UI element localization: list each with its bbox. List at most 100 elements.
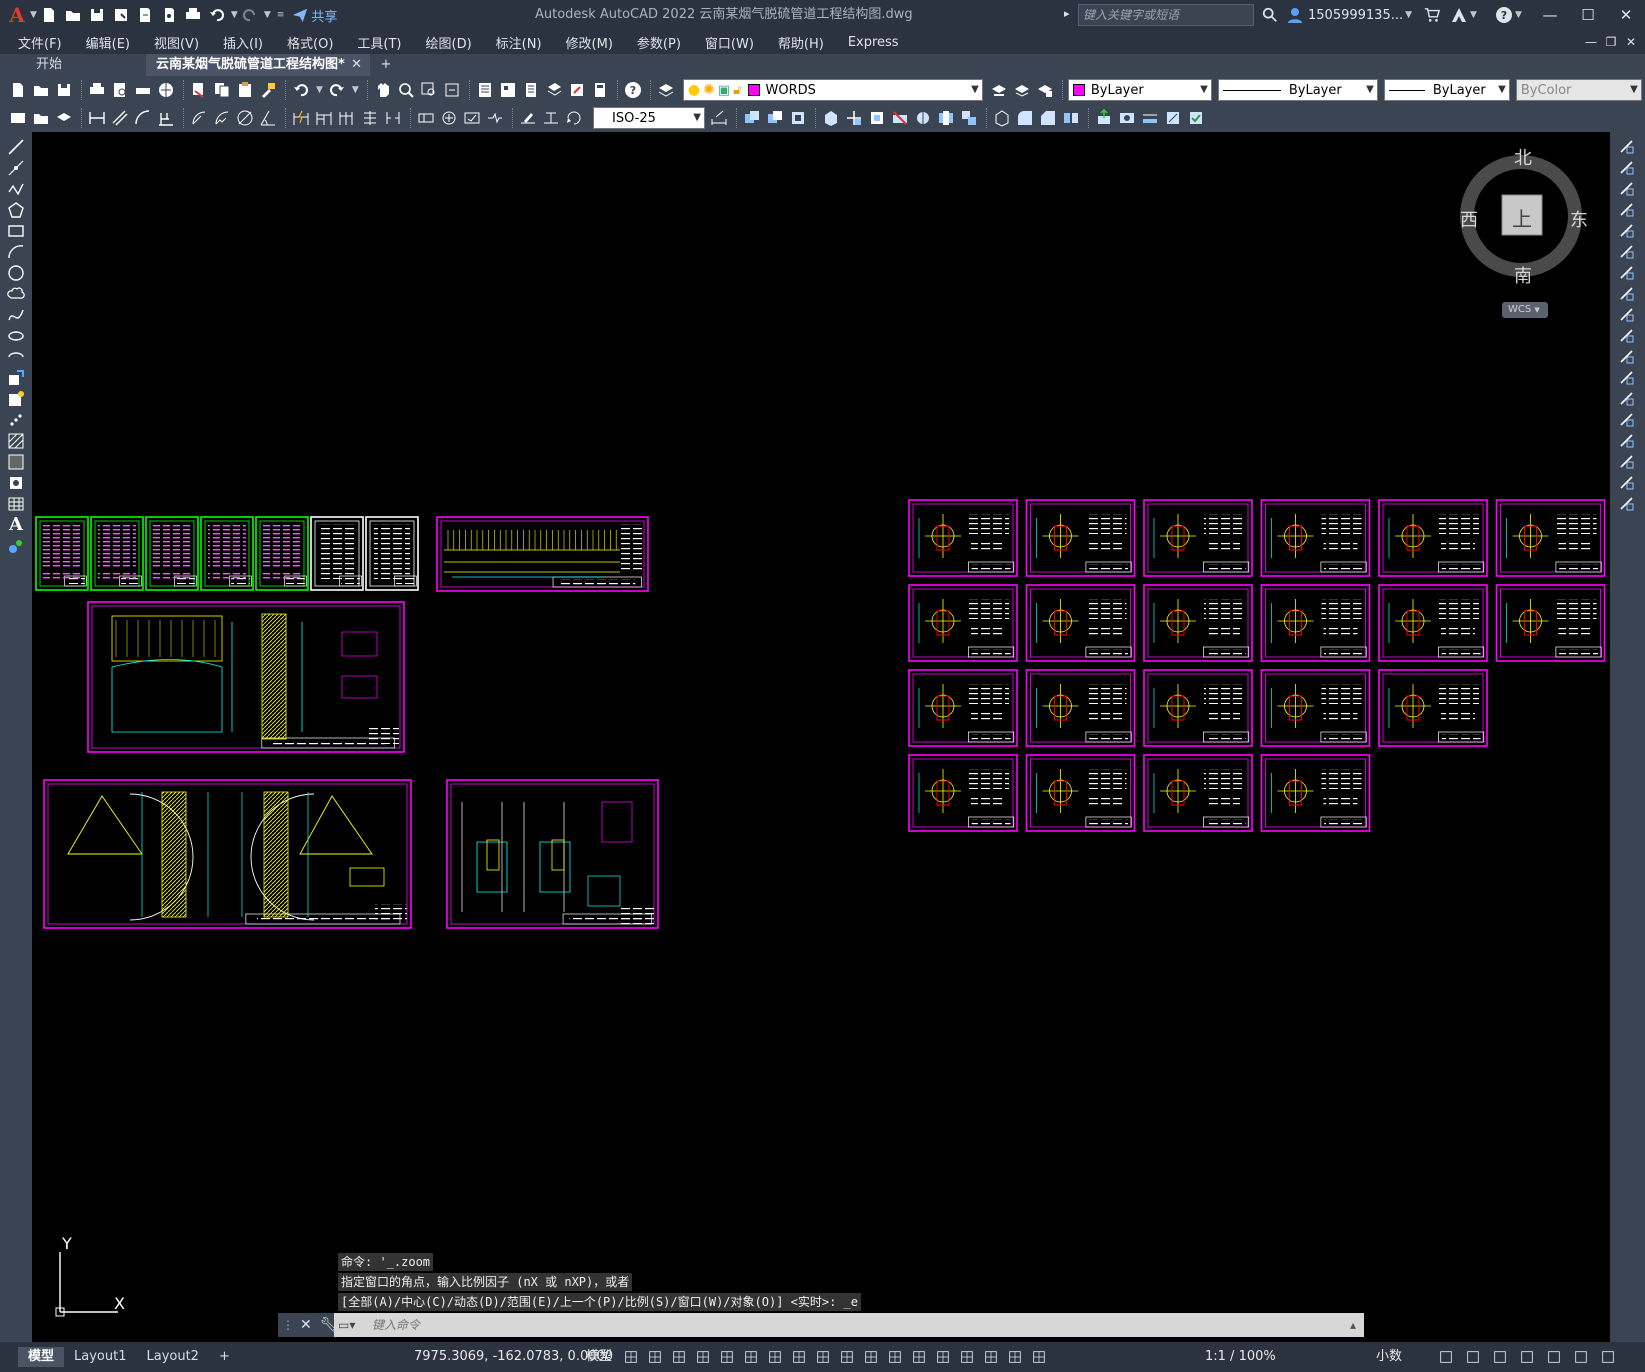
cart-icon[interactable] (1424, 7, 1441, 23)
publish-toolbar-icon[interactable] (133, 80, 153, 100)
close-window-button[interactable]: ✕ (1607, 0, 1645, 30)
continue-dimension-icon[interactable] (337, 108, 357, 128)
workspace-icon[interactable] (8, 108, 28, 128)
object-snap-icon[interactable] (812, 1346, 834, 1368)
clean-icon[interactable] (1163, 108, 1183, 128)
menu-edit[interactable]: 编辑(E) (86, 33, 130, 52)
dimension-break-icon[interactable] (383, 108, 403, 128)
diameter-dimension-icon[interactable] (235, 108, 255, 128)
undo-list-icon[interactable]: ▼ (316, 85, 323, 95)
add-selected-icon[interactable] (7, 537, 25, 555)
undo-dropdown-icon[interactable]: ▼ (231, 10, 238, 20)
layout-tab-model[interactable]: 模型 (18, 1347, 65, 1367)
viewcube-top-face[interactable]: 上 (1512, 203, 1532, 232)
revision-cloud-icon[interactable] (7, 285, 25, 303)
compass-south[interactable]: 南 (1514, 262, 1532, 288)
arc-length-icon[interactable] (133, 108, 153, 128)
layer-toolbar-icon[interactable] (54, 108, 74, 128)
doc-restore-button[interactable]: ❐ (1601, 35, 1621, 49)
break-icon[interactable] (1618, 390, 1636, 408)
gizmo-icon[interactable] (980, 1346, 1002, 1368)
isolate-objects-icon[interactable] (1516, 1346, 1538, 1368)
menu-modify[interactable]: 修改(M) (566, 33, 613, 52)
chamfer-edge-icon[interactable] (1038, 108, 1058, 128)
viewcube[interactable]: 北 南 东 西 上 (1430, 140, 1610, 320)
insert-block-icon[interactable] (7, 369, 25, 387)
erase-icon[interactable] (1618, 138, 1636, 156)
jogged-dimension-icon[interactable] (212, 108, 232, 128)
plotstyle-dropdown[interactable]: ByColor ▼ (1515, 79, 1642, 101)
annotation-scale[interactable]: 1:1 / 100% (1205, 1342, 1276, 1372)
ellipse-icon[interactable] (7, 327, 25, 345)
doc-minimize-button[interactable]: — (1581, 35, 1601, 49)
command-input[interactable]: ▭▾ 键入命令 ▴ (334, 1313, 1364, 1337)
command-history-arrow-icon[interactable]: ▴ (1350, 1313, 1356, 1337)
explode-icon[interactable] (1618, 495, 1636, 513)
hardware-acceleration-icon[interactable] (1543, 1346, 1565, 1368)
tab-close-icon[interactable]: ✕ (351, 54, 362, 76)
new-tab-button[interactable]: + (370, 54, 402, 76)
share-button[interactable]: 共享 (292, 6, 337, 25)
doc-close-button[interactable]: ✕ (1621, 35, 1641, 49)
autodesk-a360-icon[interactable] (1450, 6, 1468, 24)
qnew-icon[interactable] (8, 80, 28, 100)
separate-icon[interactable] (1061, 108, 1081, 128)
layout-tab-layout1[interactable]: Layout1 (64, 1347, 136, 1367)
compass-east[interactable]: 东 (1570, 206, 1588, 232)
design-center-icon[interactable] (498, 80, 518, 100)
minimize-button[interactable]: — (1531, 0, 1569, 30)
clean-screen-icon[interactable] (1570, 1346, 1592, 1368)
redo-toolbar-icon[interactable] (327, 80, 347, 100)
close-command-line-icon[interactable]: ✕ (300, 1317, 312, 1333)
copy-icon[interactable] (212, 80, 232, 100)
chamfer-icon[interactable] (1618, 432, 1636, 450)
3d-union-icon[interactable] (742, 108, 762, 128)
polyline-icon[interactable] (7, 180, 25, 198)
drawing-canvas[interactable] (32, 132, 1610, 1342)
open-file-icon[interactable] (64, 6, 82, 24)
multiline-text-icon[interactable]: A (7, 514, 25, 535)
plot-icon[interactable] (184, 6, 202, 24)
search-expand-icon[interactable]: ▸ (1064, 7, 1070, 20)
menu-dimension[interactable]: 标注(N) (496, 33, 542, 52)
spline-icon[interactable] (7, 306, 25, 324)
point-icon[interactable] (7, 411, 25, 429)
selection-filter-icon[interactable] (956, 1346, 978, 1368)
lineweight-icon[interactable] (836, 1346, 858, 1368)
share-web-icon[interactable] (160, 6, 178, 24)
sheet-set-icon[interactable] (544, 80, 564, 100)
properties-icon[interactable] (475, 80, 495, 100)
inspection-icon[interactable] (462, 108, 482, 128)
shell-icon[interactable] (992, 108, 1012, 128)
ortho-icon[interactable] (716, 1346, 738, 1368)
presspull-icon[interactable] (1094, 108, 1114, 128)
units-dropdown-icon[interactable] (1435, 1346, 1457, 1368)
plot-preview-icon[interactable] (110, 80, 130, 100)
compass-north[interactable]: 北 (1514, 144, 1532, 170)
wcs-menu-button[interactable]: WCS ▼ (1502, 302, 1548, 318)
search-input[interactable]: 键入关键字或短语 (1078, 4, 1254, 26)
construction-line-icon[interactable] (7, 159, 25, 177)
polygon-icon[interactable] (7, 201, 25, 219)
help-toolbar-icon[interactable]: ? (623, 80, 643, 100)
new-file-icon[interactable] (40, 6, 58, 24)
infer-constraints-icon[interactable] (668, 1346, 690, 1368)
menu-help[interactable]: 帮助(H) (778, 33, 824, 52)
blend-curves-icon[interactable] (1618, 474, 1636, 492)
add-layout-button[interactable]: + (209, 1347, 240, 1367)
menu-view[interactable]: 视图(V) (154, 33, 199, 52)
quick-properties-icon[interactable] (1462, 1346, 1484, 1368)
paste-icon[interactable] (235, 80, 255, 100)
dimension-text-edit-icon[interactable] (541, 108, 561, 128)
gradient-icon[interactable] (7, 453, 25, 471)
isodraft-icon[interactable] (764, 1346, 786, 1368)
menu-format[interactable]: 格式(O) (287, 33, 333, 52)
user-icon[interactable] (1286, 6, 1304, 24)
slice-icon[interactable] (890, 108, 910, 128)
3d-intersect-icon[interactable] (788, 108, 808, 128)
transparency-icon[interactable] (860, 1346, 882, 1368)
polar-tracking-icon[interactable] (740, 1346, 762, 1368)
box-icon[interactable] (867, 108, 887, 128)
print-icon[interactable] (87, 80, 107, 100)
user-dropdown-icon[interactable]: ▼ (1405, 10, 1412, 20)
